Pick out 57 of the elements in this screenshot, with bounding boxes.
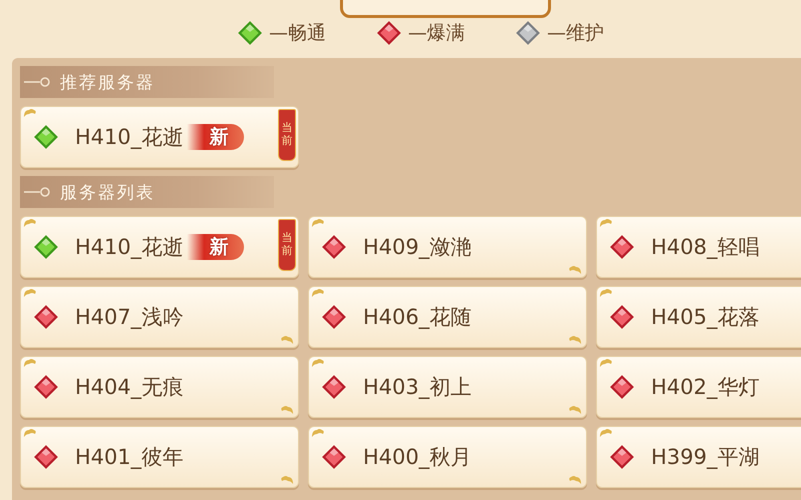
server-name: H402_华灯 [651, 374, 760, 401]
server-name: H405_花落 [651, 304, 760, 331]
server-card[interactable]: H404_无痕 [20, 356, 299, 418]
server-card[interactable]: H410_花逝 新 当前 [20, 216, 299, 278]
cloud-ornament-icon [599, 218, 613, 228]
cloud-ornament-icon [568, 265, 582, 275]
server-card[interactable]: H399_平湖 [596, 426, 801, 488]
cloud-ornament-icon [23, 218, 37, 228]
server-card[interactable]: H410_花逝 新 当前 [20, 106, 299, 168]
line-circle-icon [24, 186, 52, 198]
server-name: H410_花逝 [75, 234, 184, 261]
cloud-ornament-icon [280, 475, 294, 485]
cloud-ornament-icon [23, 428, 37, 438]
server-name: H406_花随 [363, 304, 472, 331]
new-badge: 新 [187, 124, 244, 150]
current-badge: 当前 [278, 109, 296, 161]
server-card[interactable]: H406_花随 [308, 286, 587, 348]
server-card[interactable]: H402_华灯 [596, 356, 801, 418]
server-name: H400_秋月 [363, 444, 472, 471]
new-badge: 新 [187, 234, 244, 260]
server-card[interactable]: H403_初上 [308, 356, 587, 418]
cloud-ornament-icon [568, 475, 582, 485]
cloud-ornament-icon [599, 288, 613, 298]
cloud-ornament-icon [568, 405, 582, 415]
cloud-ornament-icon [311, 218, 325, 228]
server-name: H403_初上 [363, 374, 472, 401]
server-card[interactable]: H409_潋滟 [308, 216, 587, 278]
cloud-ornament-icon [23, 288, 37, 298]
cloud-ornament-icon [280, 335, 294, 345]
server-name: H409_潋滟 [363, 234, 472, 261]
cloud-ornament-icon [311, 428, 325, 438]
cloud-ornament-icon [568, 335, 582, 345]
current-badge: 当前 [278, 219, 296, 271]
legend-label: —维护 [547, 21, 604, 46]
legend-label: —爆满 [408, 21, 465, 46]
server-name: H399_平湖 [651, 444, 760, 471]
server-card[interactable]: H405_花落 [596, 286, 801, 348]
server-card[interactable]: H401_彼年 [20, 426, 299, 488]
cloud-ornament-icon [311, 358, 325, 368]
cloud-ornament-icon [280, 405, 294, 415]
legend-label: —畅通 [269, 21, 326, 46]
cloud-ornament-icon [311, 288, 325, 298]
server-name: H404_无痕 [75, 374, 184, 401]
server-name: H407_浅吟 [75, 304, 184, 331]
line-circle-icon [24, 76, 52, 88]
cloud-ornament-icon [23, 108, 37, 118]
server-name: H410_花逝 [75, 124, 184, 151]
server-name: H401_彼年 [75, 444, 184, 471]
section-title: 推荐服务器 [60, 72, 155, 94]
cloud-ornament-icon [599, 428, 613, 438]
server-card[interactable]: H407_浅吟 [20, 286, 299, 348]
server-card[interactable]: H408_轻唱 [596, 216, 801, 278]
server-name: H408_轻唱 [651, 234, 760, 261]
cloud-ornament-icon [23, 358, 37, 368]
section-title: 服务器列表 [60, 182, 155, 204]
cloud-ornament-icon [599, 358, 613, 368]
server-card[interactable]: H400_秋月 [308, 426, 587, 488]
